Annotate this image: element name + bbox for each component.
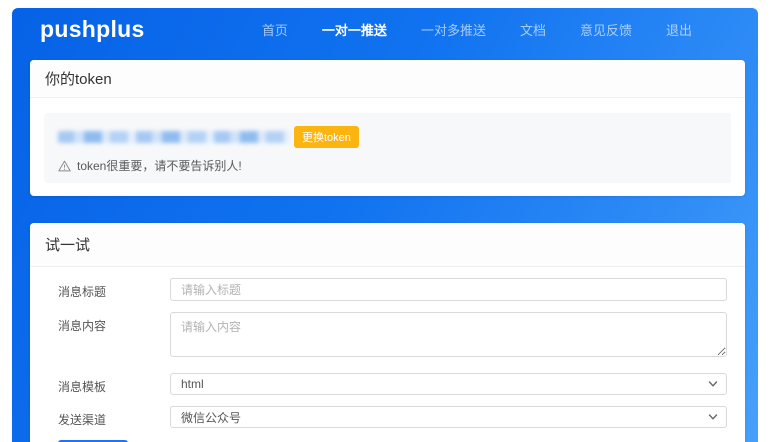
chevron-down-icon — [708, 412, 718, 422]
message-content-textarea[interactable] — [170, 312, 727, 357]
token-card-title: 你的token — [30, 60, 745, 98]
form-row-template: 消息模板 html — [58, 373, 727, 395]
token-row: 更换token — [58, 126, 717, 148]
warning-triangle-icon — [58, 160, 71, 172]
token-card-body: 更换token token很重要，请不要告诉别人! — [30, 98, 745, 196]
try-card-body: 消息标题 消息内容 消息模板 html — [30, 267, 745, 442]
send-channel-value: 微信公众号 — [181, 409, 241, 426]
chevron-down-icon — [708, 379, 718, 389]
message-content-label: 消息内容 — [58, 312, 170, 334]
change-token-button[interactable]: 更换token — [294, 126, 359, 148]
nav-item-logout[interactable]: 退出 — [666, 20, 692, 39]
try-card: 试一试 消息标题 消息内容 消息模板 — [30, 223, 745, 442]
nav-menu: 首页 一对一推送 一对多推送 文档 意见反馈 退出 — [262, 20, 692, 39]
token-warning: token很重要，请不要告诉别人! — [58, 157, 717, 174]
message-template-value: html — [181, 377, 204, 391]
page-background: pushplus 首页 一对一推送 一对多推送 文档 意见反馈 退出 你的tok… — [12, 8, 758, 442]
token-panel: 更换token token很重要，请不要告诉别人! — [44, 113, 731, 183]
nav-item-home[interactable]: 首页 — [262, 20, 288, 39]
pushplus-logo[interactable]: pushplus — [40, 16, 145, 43]
token-warning-text: token很重要，请不要告诉别人! — [77, 157, 242, 174]
form-row-content: 消息内容 — [58, 312, 727, 362]
top-navbar: pushplus 首页 一对一推送 一对多推送 文档 意见反馈 退出 — [12, 8, 758, 50]
form-row-title: 消息标题 — [58, 278, 727, 301]
send-channel-select[interactable]: 微信公众号 — [170, 406, 727, 428]
token-card: 你的token 更换token token很重要，请不要告诉别人! — [30, 60, 745, 196]
message-template-select[interactable]: html — [170, 373, 727, 395]
nav-item-one-to-many[interactable]: 一对多推送 — [421, 20, 486, 39]
try-card-title: 试一试 — [30, 223, 745, 267]
message-title-input[interactable] — [170, 278, 727, 301]
message-template-label: 消息模板 — [58, 373, 170, 395]
token-value-redacted — [58, 131, 290, 143]
nav-item-feedback[interactable]: 意见反馈 — [580, 20, 632, 39]
nav-item-one-to-one[interactable]: 一对一推送 — [322, 20, 387, 39]
nav-item-docs[interactable]: 文档 — [520, 20, 546, 39]
page-content: 你的token 更换token token很重要，请不要告诉别人! — [12, 50, 758, 442]
message-title-label: 消息标题 — [58, 278, 170, 300]
send-channel-label: 发送渠道 — [58, 406, 170, 428]
form-row-channel: 发送渠道 微信公众号 — [58, 406, 727, 428]
